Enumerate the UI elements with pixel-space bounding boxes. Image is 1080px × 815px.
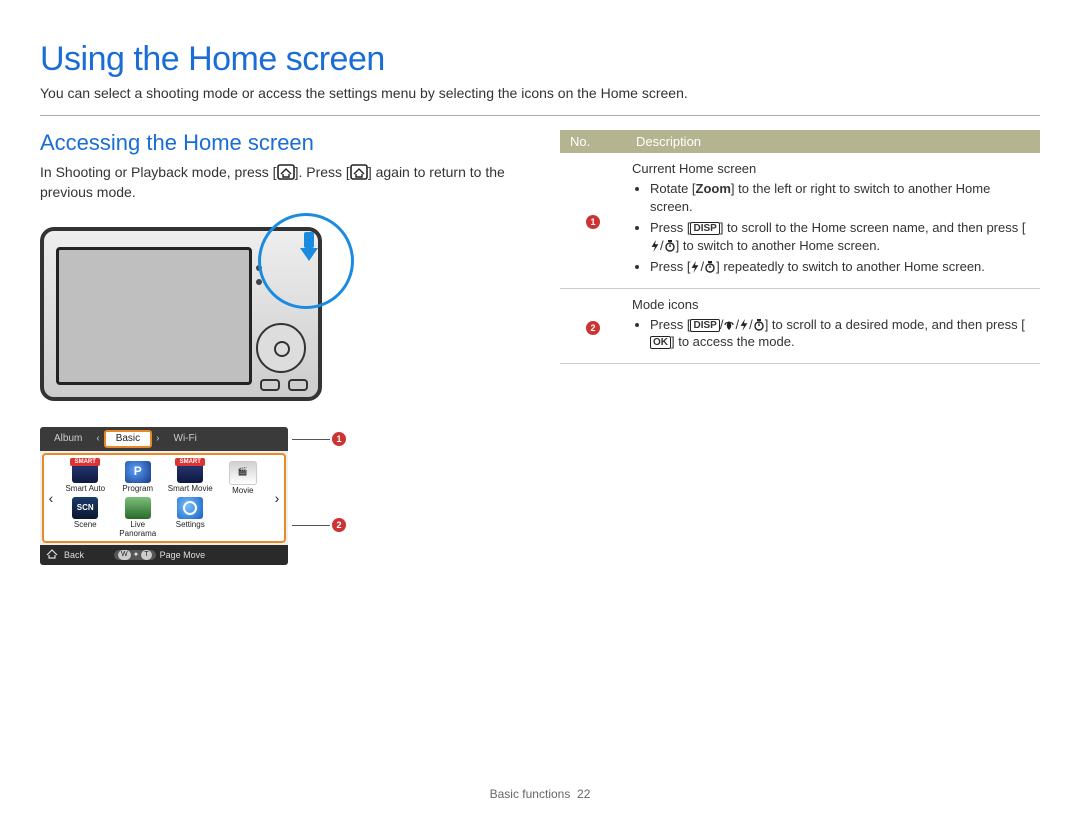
right-column: No. Description 1 Current Home screen Ro… [560, 130, 1040, 565]
list-item: Press [DISP///] to scroll to a desired m… [650, 316, 1034, 351]
mode-icon-smart-auto: Smart Auto [60, 461, 111, 496]
mode-icon-movie: 🎬 Movie [218, 461, 269, 496]
mode-icon-settings: Settings [165, 497, 216, 539]
row-description: Mode icons Press [DISP///] to scroll to … [626, 288, 1040, 363]
row-title: Mode icons [632, 297, 1034, 312]
mode-label: Program [122, 485, 153, 494]
th-description: Description [626, 130, 1040, 153]
page-footer: Basic functions 22 [0, 787, 1080, 801]
divider [40, 115, 1040, 116]
scene-icon: SCN [72, 497, 98, 519]
body-mid: ]. Press [ [295, 164, 350, 180]
page-title: Using the Home screen [40, 40, 1040, 79]
program-icon [125, 461, 151, 483]
row-title: Current Home screen [632, 161, 1034, 176]
mode-label: Live Panorama [113, 521, 164, 539]
th-no: No. [560, 130, 626, 153]
leader-line [292, 525, 330, 526]
mode-grid: Smart Auto Program Smart Movie 🎬 Movie SC… [58, 455, 270, 541]
zoom-label: Zoom [696, 181, 731, 196]
chevron-right-icon: › [154, 433, 161, 444]
mode-icon-live-panorama: Live Panorama [113, 497, 164, 539]
timer-icon [664, 239, 676, 251]
mode-label: Movie [232, 487, 253, 496]
camera-illustration [40, 219, 340, 399]
callout-bullet-2: 2 [332, 518, 346, 532]
callout-bullet-1: 1 [586, 215, 600, 229]
mode-grid-area: ‹ Smart Auto Program Smart Movie 🎬 Movie … [42, 453, 286, 543]
list-item: Press [/] repeatedly to switch to anothe… [650, 258, 1034, 276]
leader-line [292, 439, 330, 440]
footer-back-label: Back [64, 550, 84, 560]
macro-icon [723, 318, 735, 330]
row-description: Current Home screen Rotate [Zoom] to the… [626, 153, 1040, 288]
down-arrow-icon [296, 231, 322, 263]
mode-icon-program: Program [113, 461, 164, 496]
tab-basic: Basic [104, 430, 152, 448]
section-heading: Accessing the Home screen [40, 130, 530, 156]
mode-label: Smart Auto [65, 485, 105, 494]
home-screen-mock: Album ‹ Basic › Wi-Fi ‹ Smart Auto Progr… [40, 427, 288, 565]
home-icon [350, 164, 368, 180]
camera-bottom-buttons [260, 379, 308, 391]
mode-icon-empty [218, 497, 269, 539]
zoom-pill-icon: W✦T [114, 550, 156, 560]
page-intro: You can select a shooting mode or access… [40, 85, 1040, 101]
panorama-icon [125, 497, 151, 519]
smart-auto-icon [72, 461, 98, 483]
ok-icon: OK [650, 336, 671, 349]
footer-page-number: 22 [577, 787, 590, 801]
tab-album: Album [44, 430, 92, 448]
timer-icon [704, 260, 716, 272]
footer-pagemove-label: Page Move [160, 550, 206, 560]
flash-icon [650, 239, 660, 251]
screen-footer: Back W✦T Page Move [40, 545, 288, 565]
chevron-left-icon: ‹ [94, 433, 101, 444]
row-list: Rotate [Zoom] to the left or right to sw… [632, 180, 1034, 276]
mode-icon-smart-movie: Smart Movie [165, 461, 216, 496]
chevron-right-icon: › [270, 455, 284, 541]
mode-label: Settings [176, 521, 205, 530]
disp-icon: DISP [690, 319, 719, 332]
description-table: No. Description 1 Current Home screen Ro… [560, 130, 1040, 364]
camera-dpad [256, 323, 306, 373]
mode-icon-scene: SCN Scene [60, 497, 111, 539]
disp-icon: DISP [690, 222, 719, 235]
footer-section: Basic functions [490, 787, 571, 801]
row-list: Press [DISP///] to scroll to a desired m… [632, 316, 1034, 351]
flash-icon [739, 318, 749, 330]
camera-small-button [260, 379, 280, 391]
table-row: 2 Mode icons Press [DISP///] to scroll t… [560, 288, 1040, 363]
table-row: 1 Current Home screen Rotate [Zoom] to t… [560, 153, 1040, 288]
mode-label: Scene [74, 521, 97, 530]
two-column-layout: Accessing the Home screen In Shooting or… [40, 130, 1040, 565]
lcd-screen: Album ‹ Basic › Wi-Fi ‹ Smart Auto Progr… [40, 427, 288, 565]
camera-lcd [56, 247, 252, 385]
mode-label: Smart Movie [168, 485, 213, 494]
left-column: Accessing the Home screen In Shooting or… [40, 130, 560, 565]
camera-small-button [288, 379, 308, 391]
flash-icon [690, 260, 700, 272]
chevron-left-icon: ‹ [44, 455, 58, 541]
screen-tabbar: Album ‹ Basic › Wi-Fi [40, 427, 288, 451]
tab-wifi: Wi-Fi [164, 430, 207, 448]
callout-bullet-1: 1 [332, 432, 346, 446]
settings-icon [177, 497, 203, 519]
body-leading: In Shooting or Playback mode, press [ [40, 164, 277, 180]
list-item: Press [DISP] to scroll to the Home scree… [650, 219, 1034, 254]
footer-pagemove: W✦T Page Move [114, 550, 205, 560]
smart-movie-icon [177, 461, 203, 483]
timer-icon [753, 318, 765, 330]
movie-icon: 🎬 [229, 461, 257, 485]
home-icon [277, 164, 295, 180]
list-item: Rotate [Zoom] to the left or right to sw… [650, 180, 1034, 215]
manual-page: Using the Home screen You can select a s… [0, 0, 1080, 815]
row-number: 1 [560, 153, 626, 288]
home-icon [46, 549, 58, 561]
callout-bullet-2: 2 [586, 321, 600, 335]
section-body: In Shooting or Playback mode, press [ ]. … [40, 162, 530, 203]
row-number: 2 [560, 288, 626, 363]
